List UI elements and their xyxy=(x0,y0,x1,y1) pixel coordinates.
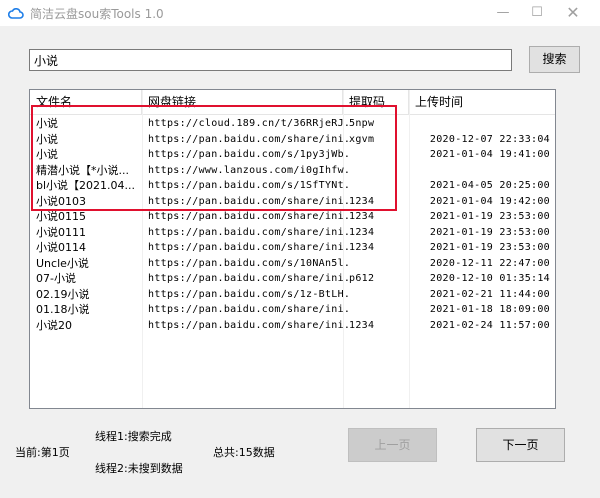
table-row[interactable]: 07-小说 https://pan.baidu.com/share/ini... p… xyxy=(30,271,555,286)
cell-time: 2021-01-19 23:53:00 xyxy=(429,226,550,238)
column-divider xyxy=(555,90,556,408)
cell-link: https://pan.baidu.com/s/1SfTYNt... xyxy=(148,180,348,191)
cell-code: p612 xyxy=(349,273,375,284)
table-row[interactable]: 精潜小说【*小说... https://www.lanzous.com/i0gIh… xyxy=(30,163,555,178)
cell-filename: 02.19小说 xyxy=(36,287,90,301)
table-row[interactable]: bl小说【2021.04... https://pan.baidu.com/s/1… xyxy=(30,178,555,193)
cell-link: https://www.lanzous.com/i0gIhfw... xyxy=(148,164,348,176)
cell-link: https://pan.baidu.com/share/ini... xyxy=(148,195,348,207)
cell-filename: 07-小说 xyxy=(36,272,76,285)
cell-time xyxy=(415,163,552,178)
cell-code: xgvm xyxy=(349,133,375,145)
cell-link: https://pan.baidu.com/share/ini... xyxy=(148,319,348,331)
prev-page-button[interactable]: 上一页 xyxy=(348,428,437,462)
column-header-code[interactable]: 提取码 xyxy=(343,90,409,114)
cell-link: https://pan.baidu.com/share/ini... xyxy=(148,304,348,315)
cell-time: 2020-12-07 22:33:04 xyxy=(429,133,550,145)
cell-time: 2020-12-11 22:47:00 xyxy=(429,257,550,269)
list-header: 文件名 网盘链接 提取码 上传时间 xyxy=(30,90,555,115)
cell-filename: 精潜小说【*小说... xyxy=(36,163,129,177)
cell-link: https://pan.baidu.com/s/1py3jWb... xyxy=(148,149,348,160)
cell-code: 1234 xyxy=(349,242,375,253)
thread2-status: 线程2:未搜到数据 xyxy=(95,462,183,475)
cell-filename: 小说0115 xyxy=(36,210,86,223)
cell-time: 2021-01-18 18:09:00 xyxy=(429,304,550,315)
cell-code: 1234 xyxy=(349,211,375,222)
column-header-time[interactable]: 上传时间 xyxy=(409,90,555,114)
cell-filename: 小说 xyxy=(36,132,58,146)
cell-time: 2020-12-10 01:35:14 xyxy=(429,273,550,284)
cloud-icon xyxy=(8,8,24,19)
cell-time xyxy=(415,116,552,131)
cell-filename: Uncle小说 xyxy=(36,256,89,270)
cell-time: 2021-01-19 23:53:00 xyxy=(429,211,550,222)
search-input[interactable] xyxy=(29,49,512,71)
table-row[interactable]: 小说20 https://pan.baidu.com/share/ini... 12… xyxy=(30,318,555,333)
thread1-status: 线程1:搜索完成 xyxy=(95,430,172,443)
minimize-button[interactable]: — xyxy=(486,2,520,24)
table-row[interactable]: 小说0115 https://pan.baidu.com/share/ini...… xyxy=(30,209,555,224)
cell-time: 2021-01-19 23:53:00 xyxy=(429,242,550,253)
app-window: 简洁云盘sou索Tools 1.0 — ☐ ✕ 搜索 文件名 网盘链接 提取码 … xyxy=(0,0,600,498)
cell-code: 5npw xyxy=(349,118,375,129)
maximize-button[interactable]: ☐ xyxy=(520,2,554,24)
current-page-label: 当前:第1页 xyxy=(15,446,70,459)
cell-link: https://pan.baidu.com/share/ini... xyxy=(148,211,348,222)
cell-filename: 01.18小说 xyxy=(36,303,90,316)
table-row[interactable]: 02.19小说 https://pan.baidu.com/s/1z-BtLH..… xyxy=(30,287,555,302)
cell-filename: 小说0111 xyxy=(36,225,86,239)
cell-link: https://cloud.189.cn/t/36RRjeRJ... xyxy=(148,118,348,129)
column-header-link[interactable]: 网盘链接 xyxy=(142,90,343,114)
column-header-filename[interactable]: 文件名 xyxy=(30,90,142,114)
cell-link: https://pan.baidu.com/share/ini... xyxy=(148,133,348,145)
table-row[interactable]: Uncle小说 https://pan.baidu.com/s/10NAn5l..… xyxy=(30,256,555,271)
cell-filename: 小说0114 xyxy=(36,241,86,254)
cell-filename: bl小说【2021.04... xyxy=(36,179,136,192)
cell-time: 2021-04-05 20:25:00 xyxy=(429,180,550,191)
cell-time: 2021-02-24 11:57:00 xyxy=(429,319,550,331)
cell-code: 1234 xyxy=(349,226,375,238)
cell-code xyxy=(349,178,409,193)
cell-code: 1234 xyxy=(349,319,375,331)
cell-link: https://pan.baidu.com/s/10NAn5l... xyxy=(148,257,348,269)
cell-filename: 小说20 xyxy=(36,318,72,332)
cell-filename: 小说 xyxy=(36,148,58,161)
close-button[interactable]: ✕ xyxy=(556,2,590,24)
cell-time: 2021-02-21 11:44:00 xyxy=(429,288,550,300)
table-row[interactable]: 小说 https://pan.baidu.com/s/1py3jWb... 2021… xyxy=(30,147,555,162)
search-button[interactable]: 搜索 xyxy=(529,46,580,73)
cell-filename: 小说 xyxy=(36,117,58,130)
cell-link: https://pan.baidu.com/share/ini... xyxy=(148,226,348,238)
cell-link: https://pan.baidu.com/share/ini... xyxy=(148,273,348,284)
total-count-label: 总共:15数据 xyxy=(213,446,275,459)
next-page-button[interactable]: 下一页 xyxy=(476,428,565,462)
cell-time: 2021-01-04 19:42:00 xyxy=(429,195,550,207)
cell-link: https://pan.baidu.com/share/ini... xyxy=(148,242,348,253)
table-row[interactable]: 小说0103 https://pan.baidu.com/share/ini...… xyxy=(30,194,555,209)
results-list[interactable]: 文件名 网盘链接 提取码 上传时间 小说 https://cloud.189.cn… xyxy=(29,89,556,409)
table-row[interactable]: 小说0114 https://pan.baidu.com/share/ini...… xyxy=(30,240,555,255)
cell-code xyxy=(349,287,409,302)
cell-link: https://pan.baidu.com/s/1z-BtLH... xyxy=(148,288,348,300)
table-row[interactable]: 小说 https://pan.baidu.com/share/ini... xgvm… xyxy=(30,132,555,147)
cell-code xyxy=(349,163,409,178)
table-row[interactable]: 小说0111 https://pan.baidu.com/share/ini...… xyxy=(30,225,555,240)
table-row[interactable]: 小说 https://cloud.189.cn/t/36RRjeRJ... 5npw xyxy=(30,116,555,131)
cell-filename: 小说0103 xyxy=(36,194,86,208)
cell-code xyxy=(349,256,409,271)
table-row[interactable]: 01.18小说 https://pan.baidu.com/share/ini..… xyxy=(30,302,555,317)
title-bar: 简洁云盘sou索Tools 1.0 — ☐ ✕ xyxy=(0,0,600,26)
cell-time: 2021-01-04 19:41:00 xyxy=(429,149,550,160)
cell-code xyxy=(349,302,409,317)
cell-code: 1234 xyxy=(349,195,375,207)
cell-code xyxy=(349,147,409,162)
window-title: 简洁云盘sou索Tools 1.0 xyxy=(30,7,164,21)
